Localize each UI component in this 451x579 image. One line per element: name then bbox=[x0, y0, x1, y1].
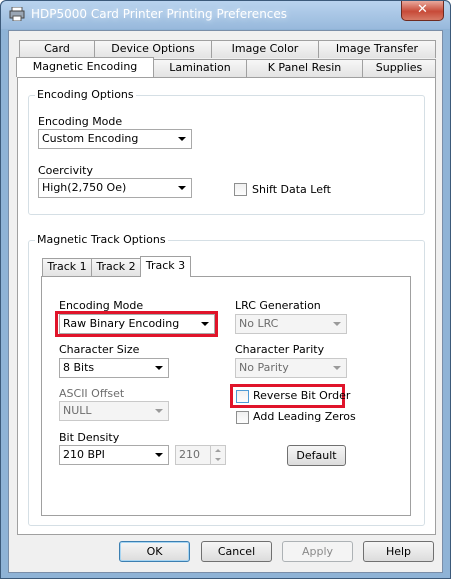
encoding-mode-value: Custom Encoding bbox=[42, 132, 139, 145]
encoding-mode-label: Encoding Mode bbox=[38, 115, 123, 128]
close-button[interactable]: ✕ bbox=[401, 1, 444, 21]
track-options-title: Magnetic Track Options bbox=[35, 233, 168, 246]
encoding-mode-select[interactable]: Custom Encoding bbox=[38, 129, 192, 149]
chevron-down-icon bbox=[155, 409, 163, 413]
tab-row-2: Magnetic Encoding Lamination K Panel Res… bbox=[16, 57, 436, 77]
encoding-options-title: Encoding Options bbox=[35, 88, 136, 101]
bit-density-value: 210 BPI bbox=[63, 448, 105, 461]
help-button[interactable]: Help bbox=[363, 541, 434, 562]
character-parity-value: No Parity bbox=[239, 361, 289, 374]
ascii-offset-select: NULL bbox=[59, 401, 169, 421]
character-size-label: Character Size bbox=[59, 343, 140, 356]
tab-k-panel-resin[interactable]: K Panel Resin bbox=[246, 59, 363, 77]
lrc-generation-select: No LRC bbox=[235, 314, 347, 334]
magnetic-encoding-page: Encoding Options Encoding Mode Custom En… bbox=[17, 77, 436, 535]
window-title: HDP5000 Card Printer Printing Preference… bbox=[31, 7, 288, 21]
reverse-bit-order-label[interactable]: Reverse Bit Order bbox=[253, 389, 350, 402]
character-size-value: 8 Bits bbox=[63, 361, 95, 374]
apply-button: Apply bbox=[282, 541, 353, 562]
encoding-options-group: Encoding Options Encoding Mode Custom En… bbox=[28, 88, 425, 215]
tab-track-1[interactable]: Track 1 bbox=[42, 258, 92, 276]
title-bar[interactable]: HDP5000 Card Printer Printing Preference… bbox=[1, 1, 450, 29]
bit-density-label: Bit Density bbox=[59, 431, 120, 444]
shift-data-left-checkbox[interactable] bbox=[234, 183, 247, 196]
dialog-window: HDP5000 Card Printer Printing Preference… bbox=[0, 0, 451, 579]
cancel-button[interactable]: Cancel bbox=[201, 541, 272, 562]
tab-track-2[interactable]: Track 2 bbox=[91, 258, 141, 276]
tab-supplies[interactable]: Supplies bbox=[362, 59, 436, 77]
spin-arrows-icon bbox=[210, 446, 225, 464]
coercivity-value: High(2,750 Oe) bbox=[42, 181, 127, 194]
tab-image-color[interactable]: Image Color bbox=[211, 40, 319, 58]
chevron-down-icon bbox=[155, 366, 163, 370]
chevron-down-icon bbox=[155, 453, 163, 457]
close-icon: ✕ bbox=[417, 2, 428, 17]
lrc-generation-value: No LRC bbox=[239, 317, 279, 330]
track-3-page: Encoding Mode Raw Binary Encoding Charac… bbox=[41, 276, 411, 516]
add-leading-zeros-checkbox[interactable] bbox=[236, 411, 249, 424]
character-parity-select: No Parity bbox=[235, 358, 347, 378]
chevron-down-icon bbox=[178, 186, 186, 190]
character-parity-label: Character Parity bbox=[235, 343, 325, 356]
reverse-bit-order-checkbox[interactable] bbox=[236, 390, 249, 403]
tab-magnetic-encoding[interactable]: Magnetic Encoding bbox=[16, 57, 154, 77]
chevron-down-icon bbox=[201, 322, 209, 326]
tab-card[interactable]: Card bbox=[19, 40, 95, 58]
chevron-down-icon bbox=[178, 137, 186, 141]
coercivity-label: Coercivity bbox=[38, 164, 93, 177]
tab-row-1: Card Device Options Image Color Image Tr… bbox=[19, 40, 436, 58]
track-options-group: Magnetic Track Options Track 1 Track 2 T… bbox=[28, 233, 425, 526]
add-leading-zeros-label[interactable]: Add Leading Zeros bbox=[253, 410, 356, 423]
shift-data-left-label[interactable]: Shift Data Left bbox=[252, 183, 331, 196]
track-encoding-mode-select[interactable]: Raw Binary Encoding bbox=[59, 314, 215, 334]
bit-density-spin-value: 210 bbox=[179, 448, 200, 461]
bit-density-spinbox: 210 bbox=[175, 445, 226, 465]
ascii-offset-label: ASCII Offset bbox=[59, 387, 125, 400]
tab-device-options[interactable]: Device Options bbox=[94, 40, 212, 58]
chevron-down-icon bbox=[333, 366, 341, 370]
bit-density-select[interactable]: 210 BPI bbox=[59, 445, 169, 465]
tab-lamination[interactable]: Lamination bbox=[153, 59, 247, 77]
track-encoding-mode-value: Raw Binary Encoding bbox=[63, 317, 180, 330]
dialog-client-area: Card Device Options Image Color Image Tr… bbox=[8, 30, 443, 573]
ok-button[interactable]: OK bbox=[119, 541, 190, 562]
character-size-select[interactable]: 8 Bits bbox=[59, 358, 169, 378]
ascii-offset-value: NULL bbox=[63, 404, 92, 417]
tab-image-transfer[interactable]: Image Transfer bbox=[318, 40, 436, 58]
tab-track-3[interactable]: Track 3 bbox=[140, 256, 191, 277]
coercivity-select[interactable]: High(2,750 Oe) bbox=[38, 178, 192, 198]
printer-icon bbox=[9, 7, 25, 21]
lrc-generation-label: LRC Generation bbox=[235, 299, 321, 312]
default-button[interactable]: Default bbox=[287, 445, 346, 466]
chevron-down-icon bbox=[333, 322, 341, 326]
